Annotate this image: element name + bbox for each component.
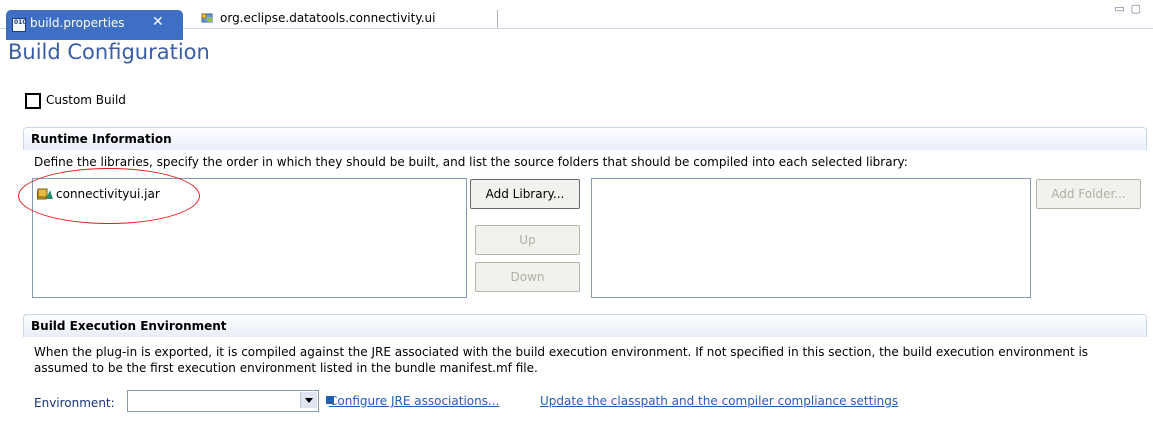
update-classpath-link[interactable]: Update the classpath and the compiler co… <box>540 394 898 408</box>
source-folders-list[interactable] <box>591 178 1031 298</box>
environment-label: Environment: <box>34 396 115 410</box>
custom-build-checkbox[interactable] <box>25 93 41 109</box>
chevron-down-icon[interactable] <box>300 392 317 408</box>
up-button[interactable]: Up <box>475 225 580 255</box>
section-title: Build Execution Environment <box>31 319 227 333</box>
down-button[interactable]: Down <box>475 262 580 292</box>
custom-build-label: Custom Build <box>46 93 126 107</box>
build-env-description: When the plug-in is exported, it is comp… <box>34 345 1089 375</box>
page-title: Build Configuration <box>8 40 210 64</box>
minimize-maximize-icon[interactable]: ▭▢ <box>1114 2 1147 15</box>
tab-label: org.eclipse.datatools.connectivity.ui <box>220 11 436 25</box>
tab-build-properties[interactable]: 010 build.properties ✕ <box>6 10 183 40</box>
add-folder-button[interactable]: Add Folder... <box>1036 179 1141 209</box>
highlight-annotation-ellipse <box>18 168 200 224</box>
section-title: Runtime Information <box>31 132 172 146</box>
tab-org-eclipse-datatools-connectivity-ui[interactable]: org.eclipse.datatools.connectivity.ui <box>183 10 498 28</box>
add-library-button[interactable]: Add Library... <box>470 179 580 209</box>
properties-file-icon: 010 <box>12 18 27 32</box>
build-execution-environment-section-header[interactable]: Build Execution Environment <box>23 314 1147 337</box>
plugin-icon <box>201 13 213 23</box>
runtime-description: Define the libraries, specify the order … <box>34 155 908 169</box>
editor-tab-bar: 010 build.properties ✕ org.eclipse.datat… <box>0 0 1153 40</box>
tab-label: build.properties <box>30 16 125 30</box>
configure-jre-link[interactable]: Configure JRE associations... <box>329 394 499 408</box>
runtime-information-section-header[interactable]: Runtime Information <box>23 127 1147 150</box>
environment-combo[interactable] <box>127 390 319 412</box>
close-tab-icon[interactable]: ✕ <box>152 14 164 30</box>
